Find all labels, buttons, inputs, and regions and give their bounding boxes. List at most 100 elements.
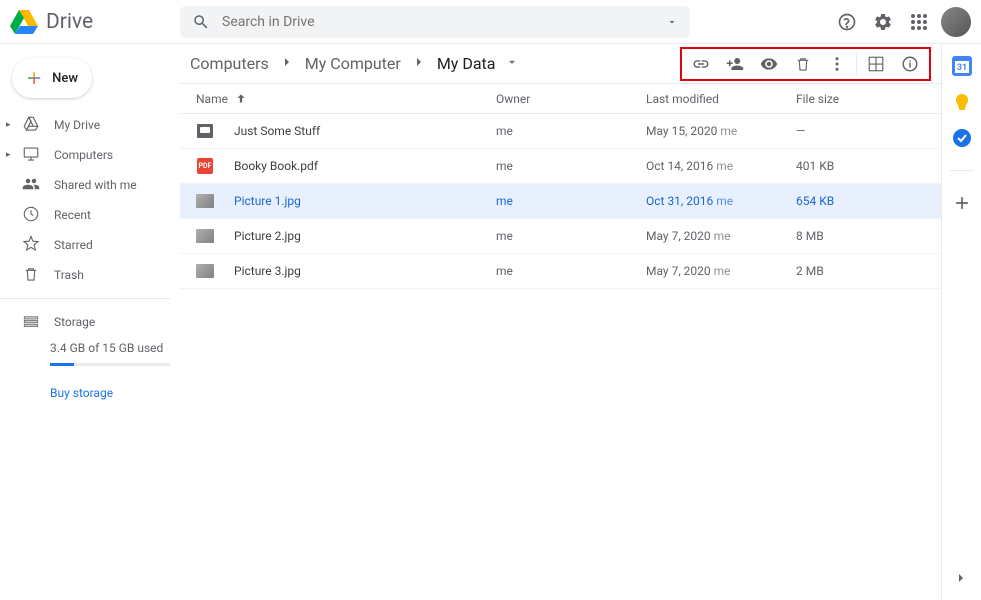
file-row[interactable]: Just Some Stuff meMay 15, 2020 me—	[180, 114, 941, 149]
breadcrumb-item[interactable]: My Computer	[305, 54, 401, 73]
addons-plus-icon[interactable]	[952, 193, 972, 213]
breadcrumbs: Computers My Computer My Data	[190, 54, 519, 74]
dropdown-icon[interactable]	[505, 54, 519, 73]
col-size[interactable]: File size	[796, 92, 925, 106]
file-modified: May 7, 2020 me	[646, 229, 796, 243]
file-row[interactable]: PDF Booky Book.pdf meOct 14, 2016 me401 KB	[180, 149, 941, 184]
content-area: Computers My Computer My Data Name Owner L…	[180, 44, 941, 600]
chevron-right-icon	[411, 54, 427, 74]
collapse-panel-icon[interactable]	[953, 570, 969, 590]
search-bar[interactable]	[180, 6, 690, 38]
file-size: —	[796, 124, 925, 138]
search-input[interactable]	[222, 14, 654, 30]
file-size: 654 KB	[796, 194, 925, 208]
drive-logo-icon	[10, 10, 38, 34]
storage-bar	[50, 363, 170, 366]
file-size: 8 MB	[796, 229, 925, 243]
search-icon	[192, 13, 210, 31]
share-icon[interactable]	[718, 49, 752, 79]
toolbar: Computers My Computer My Data	[180, 44, 941, 84]
sidebar-item-label: Recent	[54, 208, 91, 222]
toolbar-actions	[680, 47, 931, 81]
sidebar-item-trash[interactable]: Trash	[0, 260, 180, 290]
file-owner: me	[496, 124, 646, 138]
file-modified: May 15, 2020 me	[646, 124, 796, 138]
col-name[interactable]: Name	[196, 92, 496, 106]
clock-icon	[22, 205, 40, 226]
keep-app-icon[interactable]	[952, 92, 972, 112]
file-owner: me	[496, 159, 646, 173]
folder-icon	[196, 122, 214, 140]
sidebar-item-computer[interactable]: ▸Computers	[0, 140, 180, 170]
new-button-label: New	[52, 71, 78, 86]
tasks-app-icon[interactable]	[952, 128, 972, 148]
product-name: Drive	[46, 10, 93, 34]
get-link-icon[interactable]	[684, 49, 718, 79]
file-modified: Oct 31, 2016 me	[646, 194, 796, 208]
grid-view-icon[interactable]	[859, 49, 893, 79]
sort-arrow-up-icon	[234, 92, 248, 106]
computer-icon	[22, 145, 40, 166]
file-name: Picture 2.jpg	[234, 229, 301, 243]
sidebar-item-star[interactable]: Starred	[0, 230, 180, 260]
sidebar-item-label: Shared with me	[54, 178, 137, 192]
drive-icon	[22, 115, 40, 136]
sidebar: New ▸My Drive▸Computers Shared with me Rec…	[0, 44, 180, 600]
file-modified: May 7, 2020 me	[646, 264, 796, 278]
sidebar-item-label: My Drive	[54, 118, 100, 132]
col-modified[interactable]: Last modified	[646, 92, 796, 106]
file-name: Picture 1.jpg	[234, 194, 301, 208]
storage-label: Storage	[54, 315, 95, 329]
delete-icon[interactable]	[786, 49, 820, 79]
file-name: Booky Book.pdf	[234, 159, 318, 173]
file-modified: Oct 14, 2016 me	[646, 159, 796, 173]
file-owner: me	[496, 229, 646, 243]
breadcrumb-item[interactable]: Computers	[190, 54, 269, 73]
sidebar-item-label: Trash	[54, 268, 84, 282]
file-row[interactable]: Picture 1.jpg meOct 31, 2016 me654 KB	[180, 184, 941, 219]
plus-icon	[26, 68, 42, 88]
sidebar-item-drive[interactable]: ▸My Drive	[0, 110, 180, 140]
file-name: Just Some Stuff	[234, 124, 320, 138]
file-row[interactable]: Picture 3.jpg meMay 7, 2020 me2 MB	[180, 254, 941, 289]
sidebar-item-people[interactable]: Shared with me	[0, 170, 180, 200]
file-size: 2 MB	[796, 264, 925, 278]
new-button[interactable]: New	[12, 58, 92, 98]
buy-storage-link[interactable]: Buy storage	[0, 386, 180, 400]
image-icon	[196, 192, 214, 210]
search-dropdown-icon[interactable]	[666, 16, 678, 28]
header: Drive	[0, 0, 981, 44]
right-panel: 31	[941, 44, 981, 600]
star-icon	[22, 235, 40, 256]
calendar-app-icon[interactable]: 31	[952, 56, 972, 76]
details-icon[interactable]	[893, 49, 927, 79]
more-icon[interactable]	[820, 49, 854, 79]
sidebar-item-label: Computers	[54, 148, 113, 162]
logo[interactable]: Drive	[10, 10, 180, 34]
file-owner: me	[496, 264, 646, 278]
storage-usage-text: 3.4 GB of 15 GB used	[0, 341, 180, 355]
trash-icon	[22, 265, 40, 286]
storage-icon	[22, 313, 40, 331]
help-icon[interactable]	[829, 4, 865, 40]
chevron-right-icon	[279, 54, 295, 74]
settings-icon[interactable]	[865, 4, 901, 40]
file-row[interactable]: Picture 2.jpg meMay 7, 2020 me8 MB	[180, 219, 941, 254]
pdf-icon: PDF	[196, 157, 214, 175]
file-owner: me	[496, 194, 646, 208]
preview-icon[interactable]	[752, 49, 786, 79]
col-owner[interactable]: Owner	[496, 92, 646, 106]
file-name: Picture 3.jpg	[234, 264, 301, 278]
sidebar-item-clock[interactable]: Recent	[0, 200, 180, 230]
image-icon	[196, 262, 214, 280]
image-icon	[196, 227, 214, 245]
sidebar-item-storage[interactable]: Storage	[0, 307, 180, 337]
apps-icon[interactable]	[901, 4, 937, 40]
sidebar-item-label: Starred	[54, 238, 93, 252]
column-headers: Name Owner Last modified File size	[180, 84, 941, 114]
people-icon	[22, 175, 40, 196]
svg-text:31: 31	[956, 63, 966, 73]
file-size: 401 KB	[796, 159, 925, 173]
breadcrumb-item[interactable]: My Data	[437, 54, 496, 73]
user-avatar[interactable]	[941, 7, 971, 37]
